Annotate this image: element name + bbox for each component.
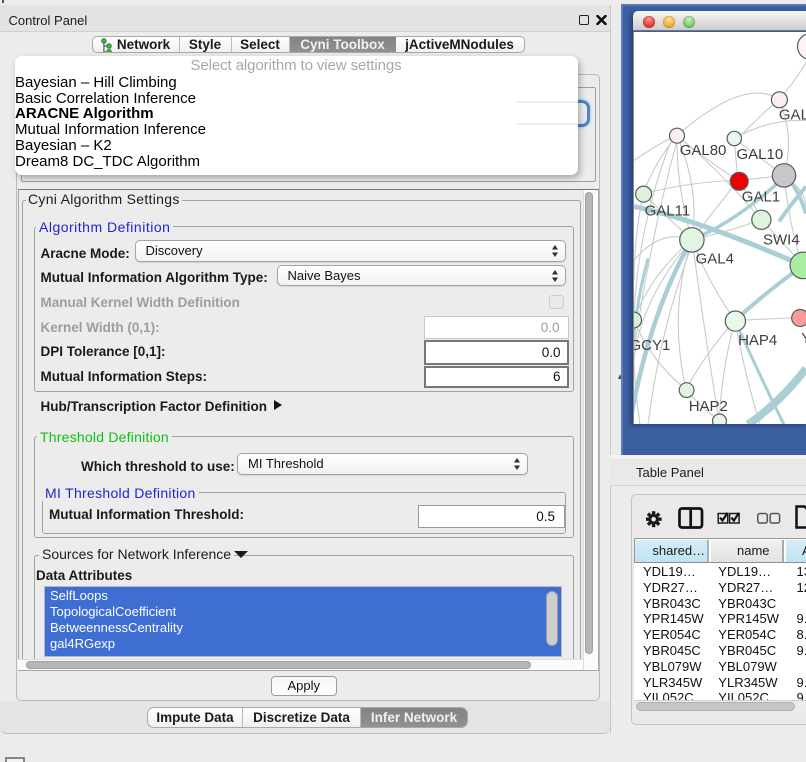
svg-text:GAL4: GAL4 bbox=[696, 250, 734, 267]
svg-text:HAP2: HAP2 bbox=[689, 398, 728, 415]
svg-text:HAP4: HAP4 bbox=[738, 331, 777, 348]
svg-text:SWI4: SWI4 bbox=[763, 231, 800, 248]
svg-text:GAL80: GAL80 bbox=[680, 142, 727, 159]
svg-text:GCY1: GCY1 bbox=[634, 337, 670, 354]
svg-text:GAL11: GAL11 bbox=[645, 202, 691, 219]
svg-text:Y: Y bbox=[801, 330, 806, 347]
svg-text:GAL7: GAL7 bbox=[779, 106, 806, 123]
svg-text:GAL10: GAL10 bbox=[737, 146, 784, 163]
svg-text:GAL1: GAL1 bbox=[742, 188, 780, 205]
